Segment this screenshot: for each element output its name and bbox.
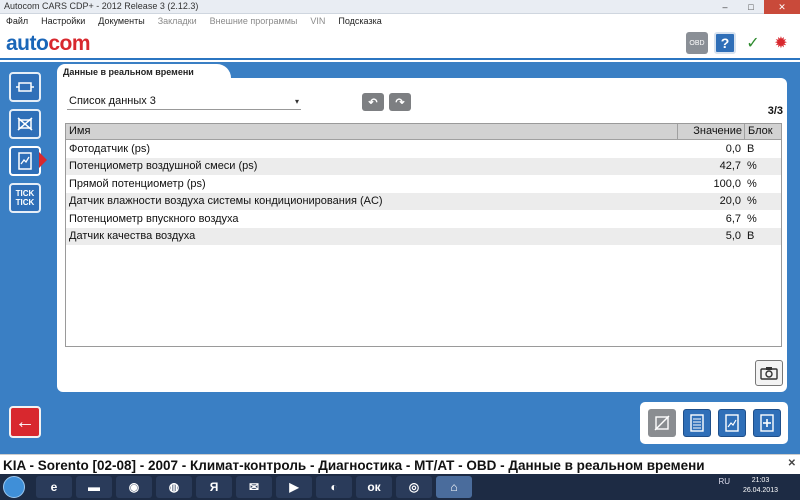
row-name: Потенциометр впускного воздуха [69, 212, 239, 225]
row-unit: % [747, 212, 757, 225]
menu-bookmarks[interactable]: Закладки [158, 16, 197, 26]
chrome-icon[interactable]: ◍ [156, 476, 192, 498]
bottom-toolbar [640, 402, 788, 444]
row-unit: В [747, 230, 755, 243]
system-tray: RU [718, 477, 730, 486]
row-name: Прямой потенциометр (ps) [69, 177, 206, 190]
back-button[interactable]: ← [9, 406, 41, 438]
autocom-logo: autocom [6, 32, 91, 56]
left-nav: TICK TICK [9, 72, 41, 220]
check-icon[interactable]: ✓ [742, 32, 764, 54]
player-icon[interactable]: ▶ [276, 476, 312, 498]
media-player-icon[interactable]: ◉ [116, 476, 152, 498]
app-icon[interactable]: ◐ [316, 476, 352, 498]
ie-icon[interactable]: e [36, 476, 72, 498]
menu-bar: Файл Настройки Документы Закладки Внешни… [0, 14, 800, 28]
main-area: TICK TICK ← Данные в реальном времени Спи… [0, 62, 800, 454]
folder-icon[interactable]: ▬ [76, 476, 112, 498]
clock[interactable]: 21:03 26.04.2013 [743, 476, 778, 496]
os-taskbar: e ▬ ◉ ◍ Я ✉ ▶ ◐ ок ◎ ⌂ RU 21:03 26.04.20… [0, 474, 800, 500]
engine-icon[interactable] [9, 72, 41, 102]
connection-status-icon: ✹ [770, 32, 792, 54]
table-row[interactable]: Фотодатчик (ps) 0,0 В [66, 140, 781, 158]
next-list-button[interactable]: ↷ [389, 93, 411, 111]
list-navigation: ↶ ↷ [362, 93, 411, 111]
list-view-icon[interactable] [682, 409, 711, 437]
menu-documents[interactable]: Документы [98, 16, 144, 26]
window-controls: – □ ✕ [712, 0, 800, 14]
row-name: Датчик влажности воздуха системы кондици… [69, 195, 383, 208]
header-bar: autocom OBD ? ✓ ✹ [0, 28, 800, 60]
column-header-unit[interactable]: Блок [745, 124, 781, 139]
language-indicator[interactable]: RU [718, 477, 730, 486]
active-nav-indicator [39, 152, 47, 168]
obd-icon[interactable]: OBD [686, 32, 708, 54]
taskbar-apps: e ▬ ◉ ◍ Я ✉ ▶ ◐ ок ◎ ⌂ [36, 476, 472, 498]
row-name: Датчик качества воздуха [69, 230, 196, 243]
live-data-table: Имя Значение Блок Фотодатчик (ps) 0,0 В … [65, 123, 782, 347]
row-value: 42,7 [719, 160, 741, 173]
help-icon[interactable]: ? [714, 32, 736, 54]
status-breadcrumb-bar: KIA - Sorento [02-08] - 2007 - Климат-ко… [0, 454, 800, 474]
tick-label-2: TICK [15, 198, 35, 207]
row-value: 0,0 [725, 142, 741, 155]
add-parameter-icon[interactable] [752, 409, 781, 437]
table-row[interactable]: Потенциометр впускного воздуха 6,7 % [66, 210, 781, 228]
table-row[interactable]: Потенциометр воздушной смеси (ps) 42,7 % [66, 157, 781, 175]
window-titlebar: Autocom CARS CDP+ - 2012 Release 3 (2.12… [0, 0, 800, 14]
menu-external-programs[interactable]: Внешние программы [210, 16, 298, 26]
row-name: Фотодатчик (ps) [69, 142, 151, 155]
data-list-select[interactable]: Список данных 3 ▾ [67, 94, 301, 110]
table-row[interactable]: Датчик качества воздуха 5,0 В [66, 227, 781, 245]
data-list-select-value: Список данных 3 [69, 95, 156, 107]
minimize-button[interactable]: – [712, 0, 738, 14]
column-header-name[interactable]: Имя [66, 124, 678, 139]
clock-date: 26.04.2013 [742, 487, 778, 494]
menu-settings[interactable]: Настройки [41, 16, 85, 26]
row-unit: В [747, 142, 755, 155]
yandex-icon[interactable]: Я [196, 476, 232, 498]
autocom-app-icon[interactable]: ⌂ [436, 476, 472, 498]
table-row[interactable]: Датчик влажности воздуха системы кондици… [66, 192, 781, 210]
live-data-panel: Список данных 3 ▾ ↶ ↷ 3/3 Имя Значение Б… [57, 78, 787, 392]
vehicle-breadcrumb: KIA - Sorento [02-08] - 2007 - Климат-ко… [3, 458, 705, 473]
row-unit: % [747, 177, 757, 190]
tick-tick-icon[interactable]: TICK TICK [9, 183, 41, 213]
row-name: Потенциометр воздушной смеси (ps) [69, 160, 258, 173]
live-data-icon[interactable] [9, 146, 41, 176]
menu-vin[interactable]: VIN [310, 16, 325, 26]
table-header: Имя Значение Блок [66, 124, 781, 140]
logo-part2: com [48, 32, 91, 55]
status-close-icon[interactable]: ✕ [788, 458, 796, 469]
clear-codes-icon[interactable] [9, 109, 41, 139]
previous-list-button[interactable]: ↶ [362, 93, 384, 111]
column-header-value[interactable]: Значение [678, 124, 745, 139]
chevron-down-icon: ▾ [294, 97, 299, 106]
row-value: 6,7 [725, 212, 741, 225]
clock-time: 21:03 [751, 477, 770, 484]
odnoklassniki-icon[interactable]: ок [356, 476, 392, 498]
start-button[interactable] [3, 476, 25, 498]
graph-view-icon[interactable] [717, 409, 746, 437]
logo-part1: auto [6, 32, 49, 55]
row-unit: % [747, 195, 757, 208]
menu-file[interactable]: Файл [6, 16, 28, 26]
page-count: 3/3 [767, 105, 783, 117]
maximize-button[interactable]: □ [738, 0, 764, 14]
browser-icon[interactable]: ◎ [396, 476, 432, 498]
header-icons: OBD ? ✓ ✹ [686, 32, 792, 54]
row-value: 20,0 [719, 195, 741, 208]
window-title: Autocom CARS CDP+ - 2012 Release 3 (2.12… [4, 1, 199, 11]
menu-hint[interactable]: Подсказка [338, 16, 381, 26]
table-row[interactable]: Прямой потенциометр (ps) 100,0 % [66, 175, 781, 193]
row-unit: % [747, 160, 757, 173]
print-disabled-icon[interactable] [647, 409, 676, 437]
mail-icon[interactable]: ✉ [236, 476, 272, 498]
row-value: 5,0 [725, 230, 741, 243]
tick-label-1: TICK [15, 189, 35, 198]
camera-icon[interactable] [755, 360, 783, 386]
row-value: 100,0 [713, 177, 741, 190]
close-button[interactable]: ✕ [764, 0, 800, 14]
